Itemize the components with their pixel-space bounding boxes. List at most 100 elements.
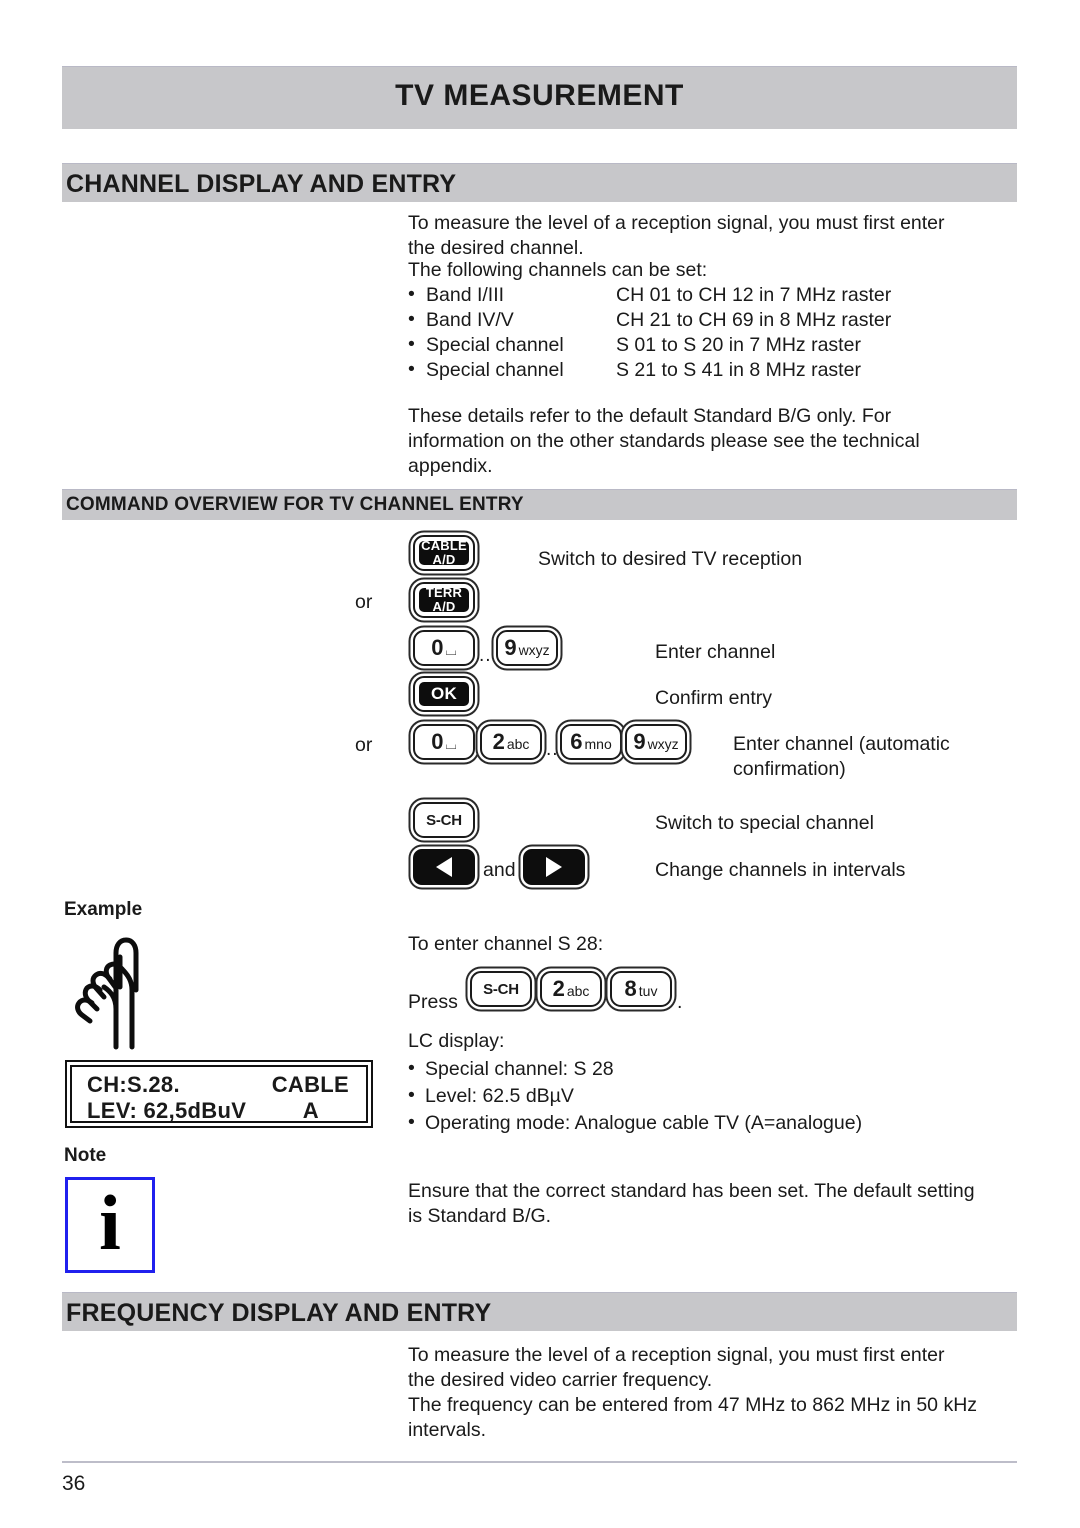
lcd-panel: CH:S.28. CABLE LEV: 62,5dBuV A bbox=[65, 1060, 373, 1128]
bullet-icon: • bbox=[408, 333, 415, 355]
key-0-b-inner: 0 ⌴ bbox=[431, 731, 456, 753]
desc-enter-channel-auto-line2: confirmation) bbox=[733, 758, 846, 780]
page-title-bar: TV MEASUREMENT bbox=[62, 66, 1017, 129]
info-icon-glyph: i bbox=[99, 1179, 121, 1267]
frequency-line2: the desired video carrier frequency. bbox=[408, 1369, 713, 1391]
key-0[interactable]: 0 ⌴ bbox=[413, 630, 475, 666]
bullet-icon: • bbox=[408, 283, 415, 305]
key-9-subtext: wxyz bbox=[518, 642, 550, 658]
arrow-right-key[interactable] bbox=[523, 849, 585, 885]
press-key-2-subtext: abc bbox=[566, 983, 590, 999]
page-number: 36 bbox=[62, 1472, 86, 1495]
s-ch-key[interactable]: S-CH bbox=[413, 802, 475, 838]
list-item: • Special channel: S 28 bbox=[408, 1056, 1018, 1083]
press-key-2-inner: 2 abc bbox=[553, 978, 590, 1000]
band-label: Special channel bbox=[426, 359, 564, 381]
section-heading-channel: CHANNEL DISPLAY AND ENTRY bbox=[66, 170, 457, 198]
standards-note-paragraph: These details refer to the default Stand… bbox=[408, 404, 1018, 479]
terr-ad-key[interactable]: TERR A/D bbox=[413, 582, 475, 618]
cable-ad-key[interactable]: CABLE A/D bbox=[413, 535, 475, 571]
and-label: and bbox=[483, 859, 516, 881]
press-key-s-ch[interactable]: S-CH bbox=[470, 971, 532, 1007]
bullet-icon: • bbox=[408, 358, 415, 380]
standards-note-line2: information on the other standards pleas… bbox=[408, 430, 920, 452]
desc-change-intervals: Change channels in intervals bbox=[655, 859, 906, 881]
ok-key-label: OK bbox=[431, 683, 457, 703]
cable-ad-key-line2: A/D bbox=[432, 552, 456, 567]
list-item: • Special channel S 21 to S 41 in 8 MHz … bbox=[408, 358, 1018, 383]
press-key-2[interactable]: 2 abc bbox=[540, 971, 602, 1007]
s-ch-key-inner: S-CH bbox=[426, 813, 462, 828]
key-2-inner: 2 abc bbox=[493, 731, 530, 753]
frequency-line3: The frequency can be entered from 47 MHz… bbox=[408, 1394, 978, 1416]
subsection-heading-command-bar: COMMAND OVERVIEW FOR TV CHANNEL ENTRY bbox=[62, 489, 1017, 520]
key-0-inner: 0 ⌴ bbox=[431, 637, 456, 659]
chevron-left-icon bbox=[436, 857, 452, 877]
key-6[interactable]: 6 mno bbox=[560, 724, 622, 760]
list-item: • Operating mode: Analogue cable TV (A=a… bbox=[408, 1110, 1018, 1137]
desc-switch-special: Switch to special channel bbox=[655, 812, 874, 834]
desc-enter-channel: Enter channel bbox=[655, 641, 776, 663]
press-key-8-inner: 8 tuv bbox=[625, 978, 658, 1000]
ok-key[interactable]: OK bbox=[413, 676, 475, 712]
section-heading-frequency: FREQUENCY DISPLAY AND ENTRY bbox=[66, 1299, 492, 1327]
list-item: • Special channel S 01 to S 20 in 7 MHz … bbox=[408, 333, 1018, 358]
band-label: Special channel bbox=[426, 334, 564, 356]
band-range: CH 01 to CH 12 in 7 MHz raster bbox=[616, 284, 892, 306]
key-6-subtext: mno bbox=[584, 736, 612, 752]
bullet-icon: • bbox=[408, 1111, 415, 1133]
key-9[interactable]: 9 wxyz bbox=[496, 630, 558, 666]
ok-key-plate: OK bbox=[419, 682, 469, 706]
or-label-1: or bbox=[355, 591, 373, 613]
press-key-8-subtext: tuv bbox=[638, 983, 658, 999]
channel-intro-line1: To measure the level of a reception sign… bbox=[408, 212, 945, 234]
s-ch-key-label: S-CH bbox=[426, 811, 462, 829]
list-item: • Band IV/V CH 21 to CH 69 in 8 MHz rast… bbox=[408, 308, 1018, 333]
bullet-icon: • bbox=[408, 1057, 415, 1079]
desc-enter-channel-auto-line1: Enter channel (automatic bbox=[733, 733, 950, 755]
frequency-line1: To measure the level of a reception sign… bbox=[408, 1344, 945, 1366]
note-text-line2: is Standard B/G. bbox=[408, 1205, 552, 1227]
note-paragraph: Ensure that the correct standard has bee… bbox=[408, 1179, 1018, 1229]
key-0-subtext: ⌴ bbox=[445, 642, 457, 658]
list-item: • Level: 62.5 dBµV bbox=[408, 1083, 1018, 1110]
arrow-left-key-plate bbox=[415, 851, 473, 883]
press-key-s-ch-label: S-CH bbox=[483, 980, 519, 998]
section-heading-channel-bar: CHANNEL DISPLAY AND ENTRY bbox=[62, 163, 1017, 202]
standards-note-line1: These details refer to the default Stand… bbox=[408, 405, 892, 427]
or-label-2: or bbox=[355, 734, 373, 756]
arrow-right-key-plate bbox=[525, 851, 583, 883]
cable-ad-key-plate: CABLE A/D bbox=[419, 538, 469, 567]
press-key-s-ch-inner: S-CH bbox=[483, 982, 519, 997]
lc-display-list: • Special channel: S 28 • Level: 62.5 dB… bbox=[408, 1056, 1018, 1137]
desc-switch-reception: Switch to desired TV reception bbox=[538, 548, 803, 570]
key-9-inner: 9 wxyz bbox=[504, 637, 549, 659]
note-text-line1: Ensure that the correct standard has bee… bbox=[408, 1180, 975, 1202]
press-key-8[interactable]: 8 tuv bbox=[610, 971, 672, 1007]
key-6-number: 6 bbox=[570, 729, 583, 754]
chevron-right-icon bbox=[546, 857, 562, 877]
lcd-line1-left: CH:S.28. bbox=[87, 1072, 180, 1097]
key-2[interactable]: 2 abc bbox=[480, 724, 542, 760]
press-suffix: . bbox=[677, 991, 683, 1013]
cable-ad-key-line1: CABLE bbox=[421, 538, 467, 554]
channel-range-list: • Band I/III CH 01 to CH 12 in 7 MHz ras… bbox=[408, 283, 1018, 383]
channel-intro-paragraph: To measure the level of a reception sign… bbox=[408, 211, 1018, 261]
press-key-2-number: 2 bbox=[552, 976, 565, 1001]
arrow-left-key[interactable] bbox=[413, 849, 475, 885]
key-9-b-number: 9 bbox=[633, 729, 646, 754]
key-9-b-inner: 9 wxyz bbox=[633, 731, 678, 753]
desc-confirm-entry: Confirm entry bbox=[655, 687, 773, 709]
terr-ad-key-plate: TERR A/D bbox=[419, 586, 469, 613]
band-label: Band IV/V bbox=[426, 309, 514, 331]
lc-display-item-text: Special channel: S 28 bbox=[425, 1058, 614, 1080]
key-0-b[interactable]: 0 ⌴ bbox=[413, 724, 475, 760]
key-9-number: 9 bbox=[504, 635, 517, 660]
note-label: Note bbox=[64, 1145, 107, 1166]
standards-note-line3: appendix. bbox=[408, 455, 493, 477]
document-page: TV MEASUREMENT CHANNEL DISPLAY AND ENTRY… bbox=[0, 0, 1080, 1528]
key-2-subtext: abc bbox=[506, 736, 530, 752]
key-9-b[interactable]: 9 wxyz bbox=[625, 724, 687, 760]
bullet-icon: • bbox=[408, 1084, 415, 1106]
lcd-line1-right: CABLE bbox=[271, 1072, 349, 1097]
